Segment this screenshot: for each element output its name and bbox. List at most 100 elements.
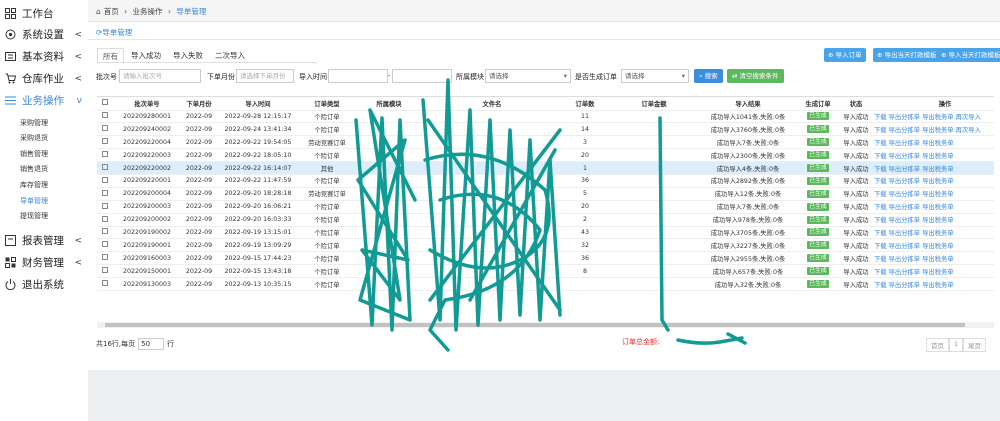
- month-cell: 2022-09: [181, 264, 217, 279]
- pager-first[interactable]: 首页: [926, 338, 949, 352]
- order-type-cell: 个险订单: [299, 226, 355, 240]
- grid-icon: [4, 8, 16, 20]
- import-time-end-input[interactable]: [392, 69, 452, 83]
- sidebar-item-basic-data[interactable]: 基本资料 <: [4, 49, 88, 64]
- row-checkbox[interactable]: [97, 148, 113, 163]
- table-row[interactable]: 202209220004 2022-09 2022-09-22 19:54:05 劳动…: [97, 135, 994, 150]
- amount-cell: [609, 148, 699, 163]
- sidebar-item-reports[interactable]: 报表管理 <: [4, 233, 88, 248]
- actions-cell[interactable]: 下载 导出分拣单 导出税务单 再次导入: [873, 110, 994, 124]
- month-input[interactable]: 请选择下单月份: [236, 69, 294, 83]
- cart-icon: [4, 73, 16, 85]
- import-time-start-input[interactable]: [328, 69, 388, 83]
- actions-cell[interactable]: 下载 导出分拣单 导出税务单: [873, 161, 994, 175]
- actions-cell[interactable]: 下载 导出分拣单 导出税务单: [873, 135, 994, 150]
- status-cell: 导入成功: [839, 213, 873, 227]
- actions-cell[interactable]: 下载 导出分拣单 导出税务单: [873, 174, 994, 188]
- row-checkbox[interactable]: [97, 122, 113, 137]
- table-row[interactable]: 202209220003 2022-09 2022-09-22 18:05:10 个险…: [97, 148, 994, 163]
- import-payment-button[interactable]: ⊕ 导入当天打款模板: [937, 48, 1000, 62]
- select-all-checkbox[interactable]: [97, 97, 113, 111]
- pager-current[interactable]: 1: [949, 338, 964, 352]
- table-row[interactable]: 202209280001 2022-09 2022-09-28 12:15:17 个险…: [97, 110, 994, 124]
- amount-cell: [609, 174, 699, 188]
- amount-cell: [609, 226, 699, 240]
- order-type-cell: 个险订单: [299, 174, 355, 188]
- order-type-cell: 其他: [299, 161, 355, 175]
- scrollbar-thumb[interactable]: [105, 323, 965, 327]
- sidebar-item-logout[interactable]: 退出系统: [4, 277, 88, 292]
- result-cell: 成功导入1041条,失败:0条: [699, 110, 797, 124]
- sidebar-item-warehouse[interactable]: 仓库作业 <: [4, 71, 88, 86]
- clear-filters-button[interactable]: ⇄ 清空搜索条件: [727, 69, 784, 83]
- generated-badge: 已生成: [807, 125, 829, 134]
- sidebar-item-finance[interactable]: 财务管理 <: [4, 255, 88, 270]
- sidebar-sub-purchase-return[interactable]: 采购退货: [20, 133, 48, 143]
- batch-no-cell: 202209220002: [113, 161, 181, 175]
- row-checkbox[interactable]: [97, 251, 113, 266]
- amount-cell: [609, 277, 699, 291]
- row-checkbox[interactable]: [97, 174, 113, 188]
- module-select[interactable]: 请选择: [485, 69, 571, 83]
- actions-cell[interactable]: 下载 导出分拣单 导出税务单: [873, 200, 994, 214]
- month-cell: 2022-09: [181, 277, 217, 291]
- table-row[interactable]: 202209220001 2022-09 2022-09-22 11:47:59 个险…: [97, 174, 994, 188]
- actions-cell[interactable]: 下载 导出分拣单 导出税务单 再次导入: [873, 122, 994, 137]
- amount-cell: [609, 135, 699, 150]
- table-row[interactable]: 202209160003 2022-09 2022-09-15 17:44:23 个险…: [97, 251, 994, 266]
- export-payment-button[interactable]: ⊕ 导出当天打款模板: [873, 48, 941, 62]
- row-checkbox[interactable]: [97, 187, 113, 201]
- actions-cell[interactable]: 下载 导出分拣单 导出税务单: [873, 277, 994, 291]
- row-checkbox[interactable]: [97, 161, 113, 175]
- module-cell: [355, 213, 423, 227]
- page-size-select[interactable]: 50: [138, 338, 165, 350]
- row-checkbox[interactable]: [97, 277, 113, 291]
- search-button[interactable]: ⌕ 搜索: [694, 69, 723, 83]
- horizontal-scrollbar[interactable]: [97, 322, 994, 328]
- table-row[interactable]: 202209200002 2022-09 2022-09-20 16:03:33 个险…: [97, 213, 994, 227]
- table-row[interactable]: 202209190001 2022-09 2022-09-19 13:09:29 个险…: [97, 238, 994, 253]
- row-checkbox[interactable]: [97, 200, 113, 214]
- table-row[interactable]: 202209150001 2022-09 2022-09-15 13:43:18 个险…: [97, 264, 994, 279]
- table-row[interactable]: 202209130003 2022-09 2022-09-13 10:35:15 个险…: [97, 277, 994, 291]
- row-checkbox[interactable]: [97, 213, 113, 227]
- sidebar-item-label: 报表管理: [22, 235, 64, 247]
- actions-cell[interactable]: 下载 导出分拣单 导出税务单: [873, 226, 994, 240]
- actions-cell[interactable]: 下载 导出分拣单 导出税务单: [873, 213, 994, 227]
- orders-table: 批次单号 下单月份 导入时间 订单类型 所属模块 文件名 订单数 订单金额 导入结果 生成订单 状态…: [97, 96, 994, 328]
- sidebar-item-business[interactable]: 业务操作 v: [4, 93, 88, 108]
- amount-cell: [609, 264, 699, 279]
- sidebar-sub-purchase[interactable]: 采购管理: [20, 118, 48, 128]
- generated-select[interactable]: 请选择: [621, 69, 689, 83]
- actions-cell[interactable]: 下载 导出分拣单 导出税务单: [873, 187, 994, 201]
- table-row[interactable]: 202209190002 2022-09 2022-09-19 13:15:01 个险…: [97, 226, 994, 240]
- table-row[interactable]: 202209200003 2022-09 2022-09-20 16:06:21 个险…: [97, 200, 994, 214]
- actions-cell[interactable]: 下载 导出分拣单 导出税务单: [873, 251, 994, 266]
- sidebar-sub-import-orders[interactable]: 导单管理: [20, 196, 48, 206]
- sidebar-item-system-settings[interactable]: 系统设置 <: [4, 27, 88, 42]
- row-checkbox[interactable]: [97, 238, 113, 253]
- clear-label: 清空搜索条件: [739, 72, 779, 80]
- sidebar-sub-sales-return[interactable]: 销售退货: [20, 164, 48, 174]
- table-row[interactable]: 202209240002 2022-09 2022-09-24 13:41:34 个险…: [97, 122, 994, 137]
- sidebar-item-workbench[interactable]: 工作台: [4, 6, 88, 21]
- actions-cell[interactable]: 下载 导出分拣单 导出税务单: [873, 238, 994, 253]
- pager-last[interactable]: 尾页: [963, 338, 987, 352]
- row-checkbox[interactable]: [97, 264, 113, 279]
- generated-badge: 已生成: [807, 112, 829, 121]
- import-order-button[interactable]: ⊕ 导入订单: [824, 48, 866, 62]
- table-row[interactable]: 202209200004 2022-09 2022-09-20 18:28:18 劳动…: [97, 187, 994, 201]
- sidebar-sub-inventory[interactable]: 库存管理: [20, 180, 48, 190]
- batch-input[interactable]: 请输入批次号: [119, 69, 201, 83]
- row-checkbox[interactable]: [97, 135, 113, 150]
- row-checkbox[interactable]: [97, 226, 113, 240]
- breadcrumb-home[interactable]: 首页: [104, 7, 119, 16]
- row-checkbox[interactable]: [97, 110, 113, 124]
- breadcrumb-business[interactable]: 业务操作: [133, 7, 163, 16]
- actions-cell[interactable]: 下载 导出分拣单 导出税务单: [873, 148, 994, 163]
- table-row[interactable]: 202209220002 2022-09 2022-09-22 16:14:07 其他…: [97, 161, 994, 175]
- sidebar-sub-sales[interactable]: 销售管理: [20, 149, 48, 159]
- sidebar-sub-withdraw[interactable]: 提现管理: [20, 211, 48, 221]
- chevron-left-icon: <: [74, 73, 82, 84]
- actions-cell[interactable]: 下载 导出分拣单 导出税务单: [873, 264, 994, 279]
